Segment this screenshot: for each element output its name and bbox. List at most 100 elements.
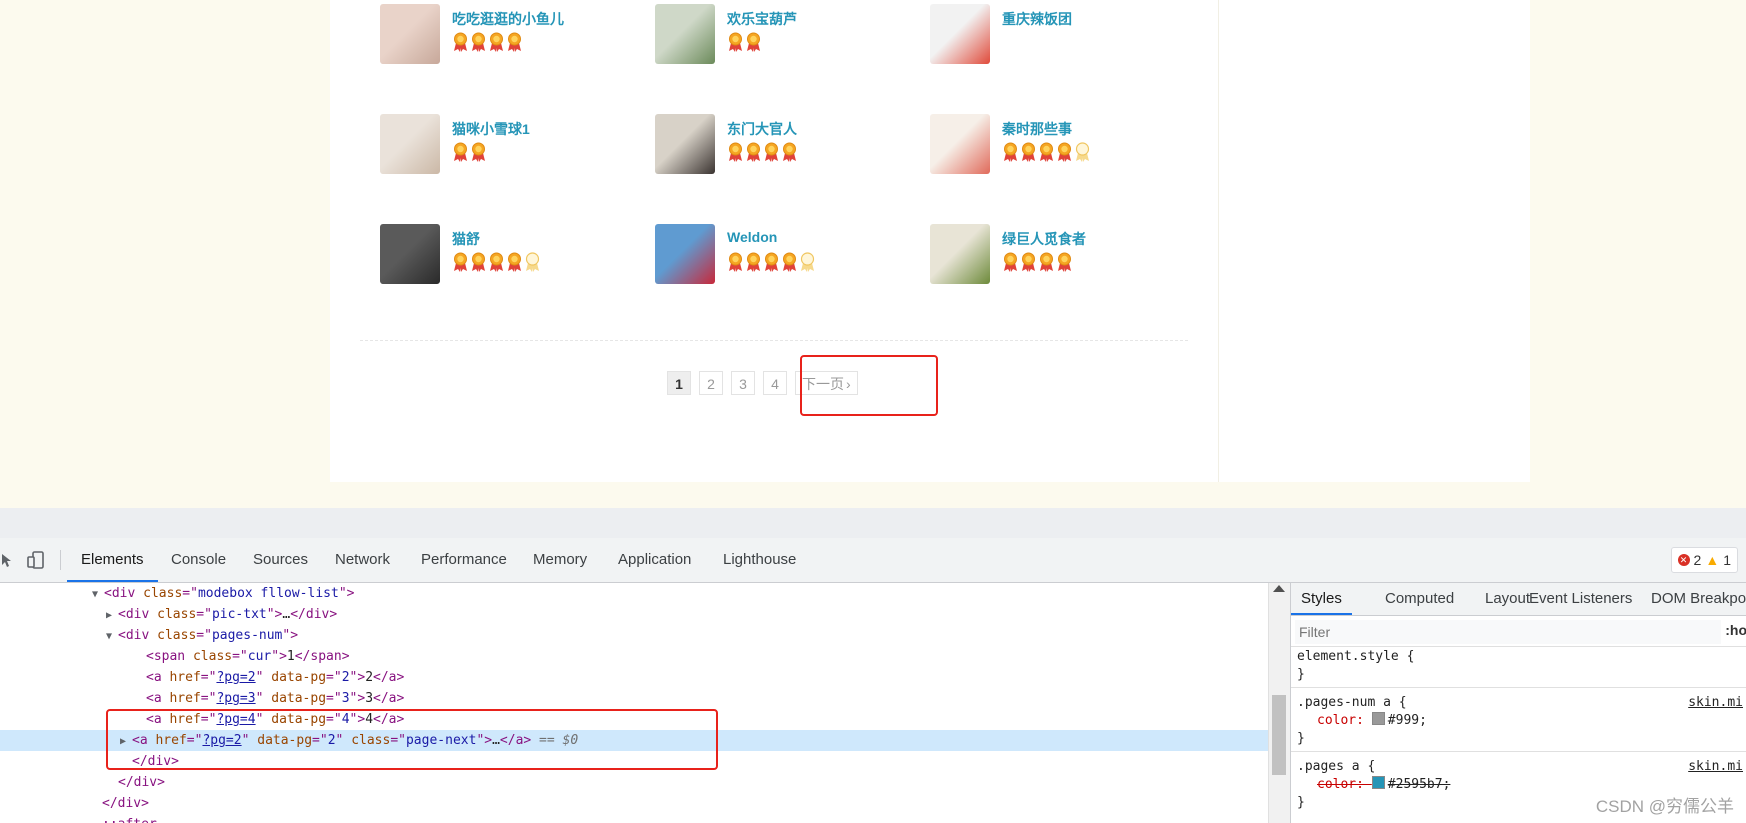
devtools-tab-elements[interactable]: Elements: [67, 538, 157, 582]
medal-icon: [783, 142, 796, 162]
avatar[interactable]: [380, 114, 440, 174]
styles-tab-layout[interactable]: Layout: [1485, 583, 1530, 615]
user-name-link[interactable]: 重庆辣饭团: [1002, 9, 1072, 29]
code-token: =": [232, 649, 248, 664]
dom-node[interactable]: </div>: [0, 793, 1268, 814]
next-page-button[interactable]: 下一页 ›: [795, 371, 858, 395]
scroll-up-icon[interactable]: [1273, 585, 1285, 592]
rule-close-brace: }: [1297, 731, 1305, 746]
avatar[interactable]: [655, 114, 715, 174]
device-toolbar-icon[interactable]: [26, 550, 46, 570]
dom-node-selected[interactable]: ▶ <a href="?pg=2" data-pg="2" class="page…: [0, 730, 1268, 751]
code-token: 1: [286, 649, 295, 664]
user-card[interactable]: 重庆辣饭团: [930, 4, 1190, 66]
dom-node[interactable]: <span class="cur">1</span>: [0, 646, 1268, 667]
devtools-tab-application[interactable]: Application: [618, 538, 691, 582]
user-name-link[interactable]: 绿巨人觅食者: [1002, 229, 1086, 249]
avatar[interactable]: [380, 224, 440, 284]
devtools-tab-sources[interactable]: Sources: [253, 538, 308, 582]
dom-node[interactable]: ▶ <div class="pic-txt">…</div>: [0, 604, 1268, 625]
code-token: </div>: [132, 754, 179, 769]
user-card[interactable]: 东门大官人: [655, 114, 915, 176]
user-name-link[interactable]: 东门大官人: [727, 119, 797, 139]
issues-counter[interactable]: ✕ 2 ▲ 1: [1670, 547, 1738, 573]
expand-down-icon[interactable]: ▼: [106, 626, 118, 647]
user-card[interactable]: 欢乐宝葫芦: [655, 4, 915, 66]
href-link[interactable]: ?pg=2: [202, 733, 241, 748]
code-token: </a>: [373, 670, 405, 685]
dom-node[interactable]: <a href="?pg=2" data-pg="2">2</a>: [0, 667, 1268, 688]
code-token: 4: [341, 712, 350, 727]
styles-tab-event-listeners[interactable]: Event Listeners: [1529, 583, 1632, 615]
href-link[interactable]: ?pg=4: [216, 712, 255, 727]
dom-node[interactable]: ▼ <div class="modebox fllow-list">: [0, 583, 1268, 604]
devtools-tab-memory[interactable]: Memory: [533, 538, 587, 582]
rule-selector[interactable]: .pages-num a {: [1297, 693, 1407, 713]
rule-property[interactable]: color: #999;: [1317, 711, 1427, 731]
dom-node[interactable]: ▼ <div class="pages-num">: [0, 625, 1268, 646]
user-card[interactable]: 猫咪小雪球1: [380, 114, 640, 176]
medal-icon: [765, 142, 778, 162]
page-link-2[interactable]: 2: [699, 371, 723, 395]
avatar[interactable]: [655, 224, 715, 284]
user-name-link[interactable]: 猫咪小雪球1: [452, 119, 530, 139]
rule-selector[interactable]: .pages a {: [1297, 757, 1375, 777]
styles-tab-computed[interactable]: Computed: [1385, 583, 1454, 615]
expand-right-icon[interactable]: ▶: [106, 605, 118, 626]
elements-scrollbar[interactable]: [1268, 583, 1290, 823]
user-card[interactable]: Weldon: [655, 224, 915, 286]
medal-empty-icon: [525, 252, 540, 272]
user-name-link[interactable]: 秦时那些事: [1002, 119, 1072, 139]
styles-tab-styles[interactable]: Styles: [1291, 583, 1352, 615]
code-token: 3: [341, 691, 350, 706]
expand-right-icon[interactable]: ▶: [120, 731, 132, 752]
avatar[interactable]: [380, 4, 440, 64]
code-token: href: [169, 712, 201, 727]
user-name-link[interactable]: 猫舒: [452, 229, 480, 249]
dom-node[interactable]: </div>: [0, 772, 1268, 793]
dom-node[interactable]: <a href="?pg=4" data-pg="4">4</a>: [0, 709, 1268, 730]
devtools-tab-lighthouse[interactable]: Lighthouse: [723, 538, 796, 582]
code-token: <div: [104, 586, 144, 601]
dom-node[interactable]: ::after: [0, 814, 1268, 823]
hov-toggle[interactable]: :ho: [1725, 622, 1746, 638]
href-link[interactable]: ?pg=2: [216, 670, 255, 685]
devtools-tab-performance[interactable]: Performance: [421, 538, 507, 582]
page-link-3[interactable]: 3: [731, 371, 755, 395]
color-swatch-icon[interactable]: [1371, 776, 1385, 789]
user-name-link[interactable]: 欢乐宝葫芦: [727, 9, 797, 29]
rule-selector[interactable]: element.style {: [1297, 647, 1414, 667]
href-link[interactable]: ?pg=3: [216, 691, 255, 706]
user-card[interactable]: 秦时那些事: [930, 114, 1190, 176]
dom-node[interactable]: </div>: [0, 751, 1268, 772]
code-token: ">: [349, 691, 366, 706]
avatar[interactable]: [655, 4, 715, 64]
user-name-link[interactable]: Weldon: [727, 229, 777, 245]
user-level-medals: [727, 32, 762, 52]
rule-source-link[interactable]: skin.mi: [1688, 757, 1743, 777]
inspect-icon[interactable]: [0, 550, 16, 570]
dom-node[interactable]: <a href="?pg=3" data-pg="3">3</a>: [0, 688, 1268, 709]
user-card[interactable]: 吃吃逛逛的小鱼儿: [380, 4, 640, 66]
devtools-resize-bar[interactable]: [0, 508, 1746, 538]
rule-source-link[interactable]: skin.mi: [1688, 693, 1743, 713]
styles-filter-input[interactable]: [1295, 620, 1721, 644]
rule-property[interactable]: color: #2595b7;: [1317, 775, 1450, 795]
styles-filter-row: :ho: [1291, 616, 1746, 647]
avatar[interactable]: [930, 114, 990, 174]
styles-tab-dom-breakpoi[interactable]: DOM Breakpoi: [1651, 583, 1746, 615]
user-card[interactable]: 猫舒: [380, 224, 640, 286]
medal-icon: [1022, 142, 1035, 162]
devtools-tab-network[interactable]: Network: [335, 538, 390, 582]
avatar[interactable]: [930, 4, 990, 64]
user-name-link[interactable]: 吃吃逛逛的小鱼儿: [452, 9, 564, 29]
avatar[interactable]: [930, 224, 990, 284]
page-link-4[interactable]: 4: [763, 371, 787, 395]
user-card[interactable]: 绿巨人觅食者: [930, 224, 1190, 286]
devtools-tab-console[interactable]: Console: [171, 538, 226, 582]
expand-down-icon[interactable]: ▼: [92, 584, 104, 605]
code-token: == $0: [531, 733, 579, 748]
scroll-thumb[interactable]: [1272, 695, 1286, 775]
code-token: class: [192, 649, 233, 664]
color-swatch-icon[interactable]: [1371, 712, 1385, 725]
